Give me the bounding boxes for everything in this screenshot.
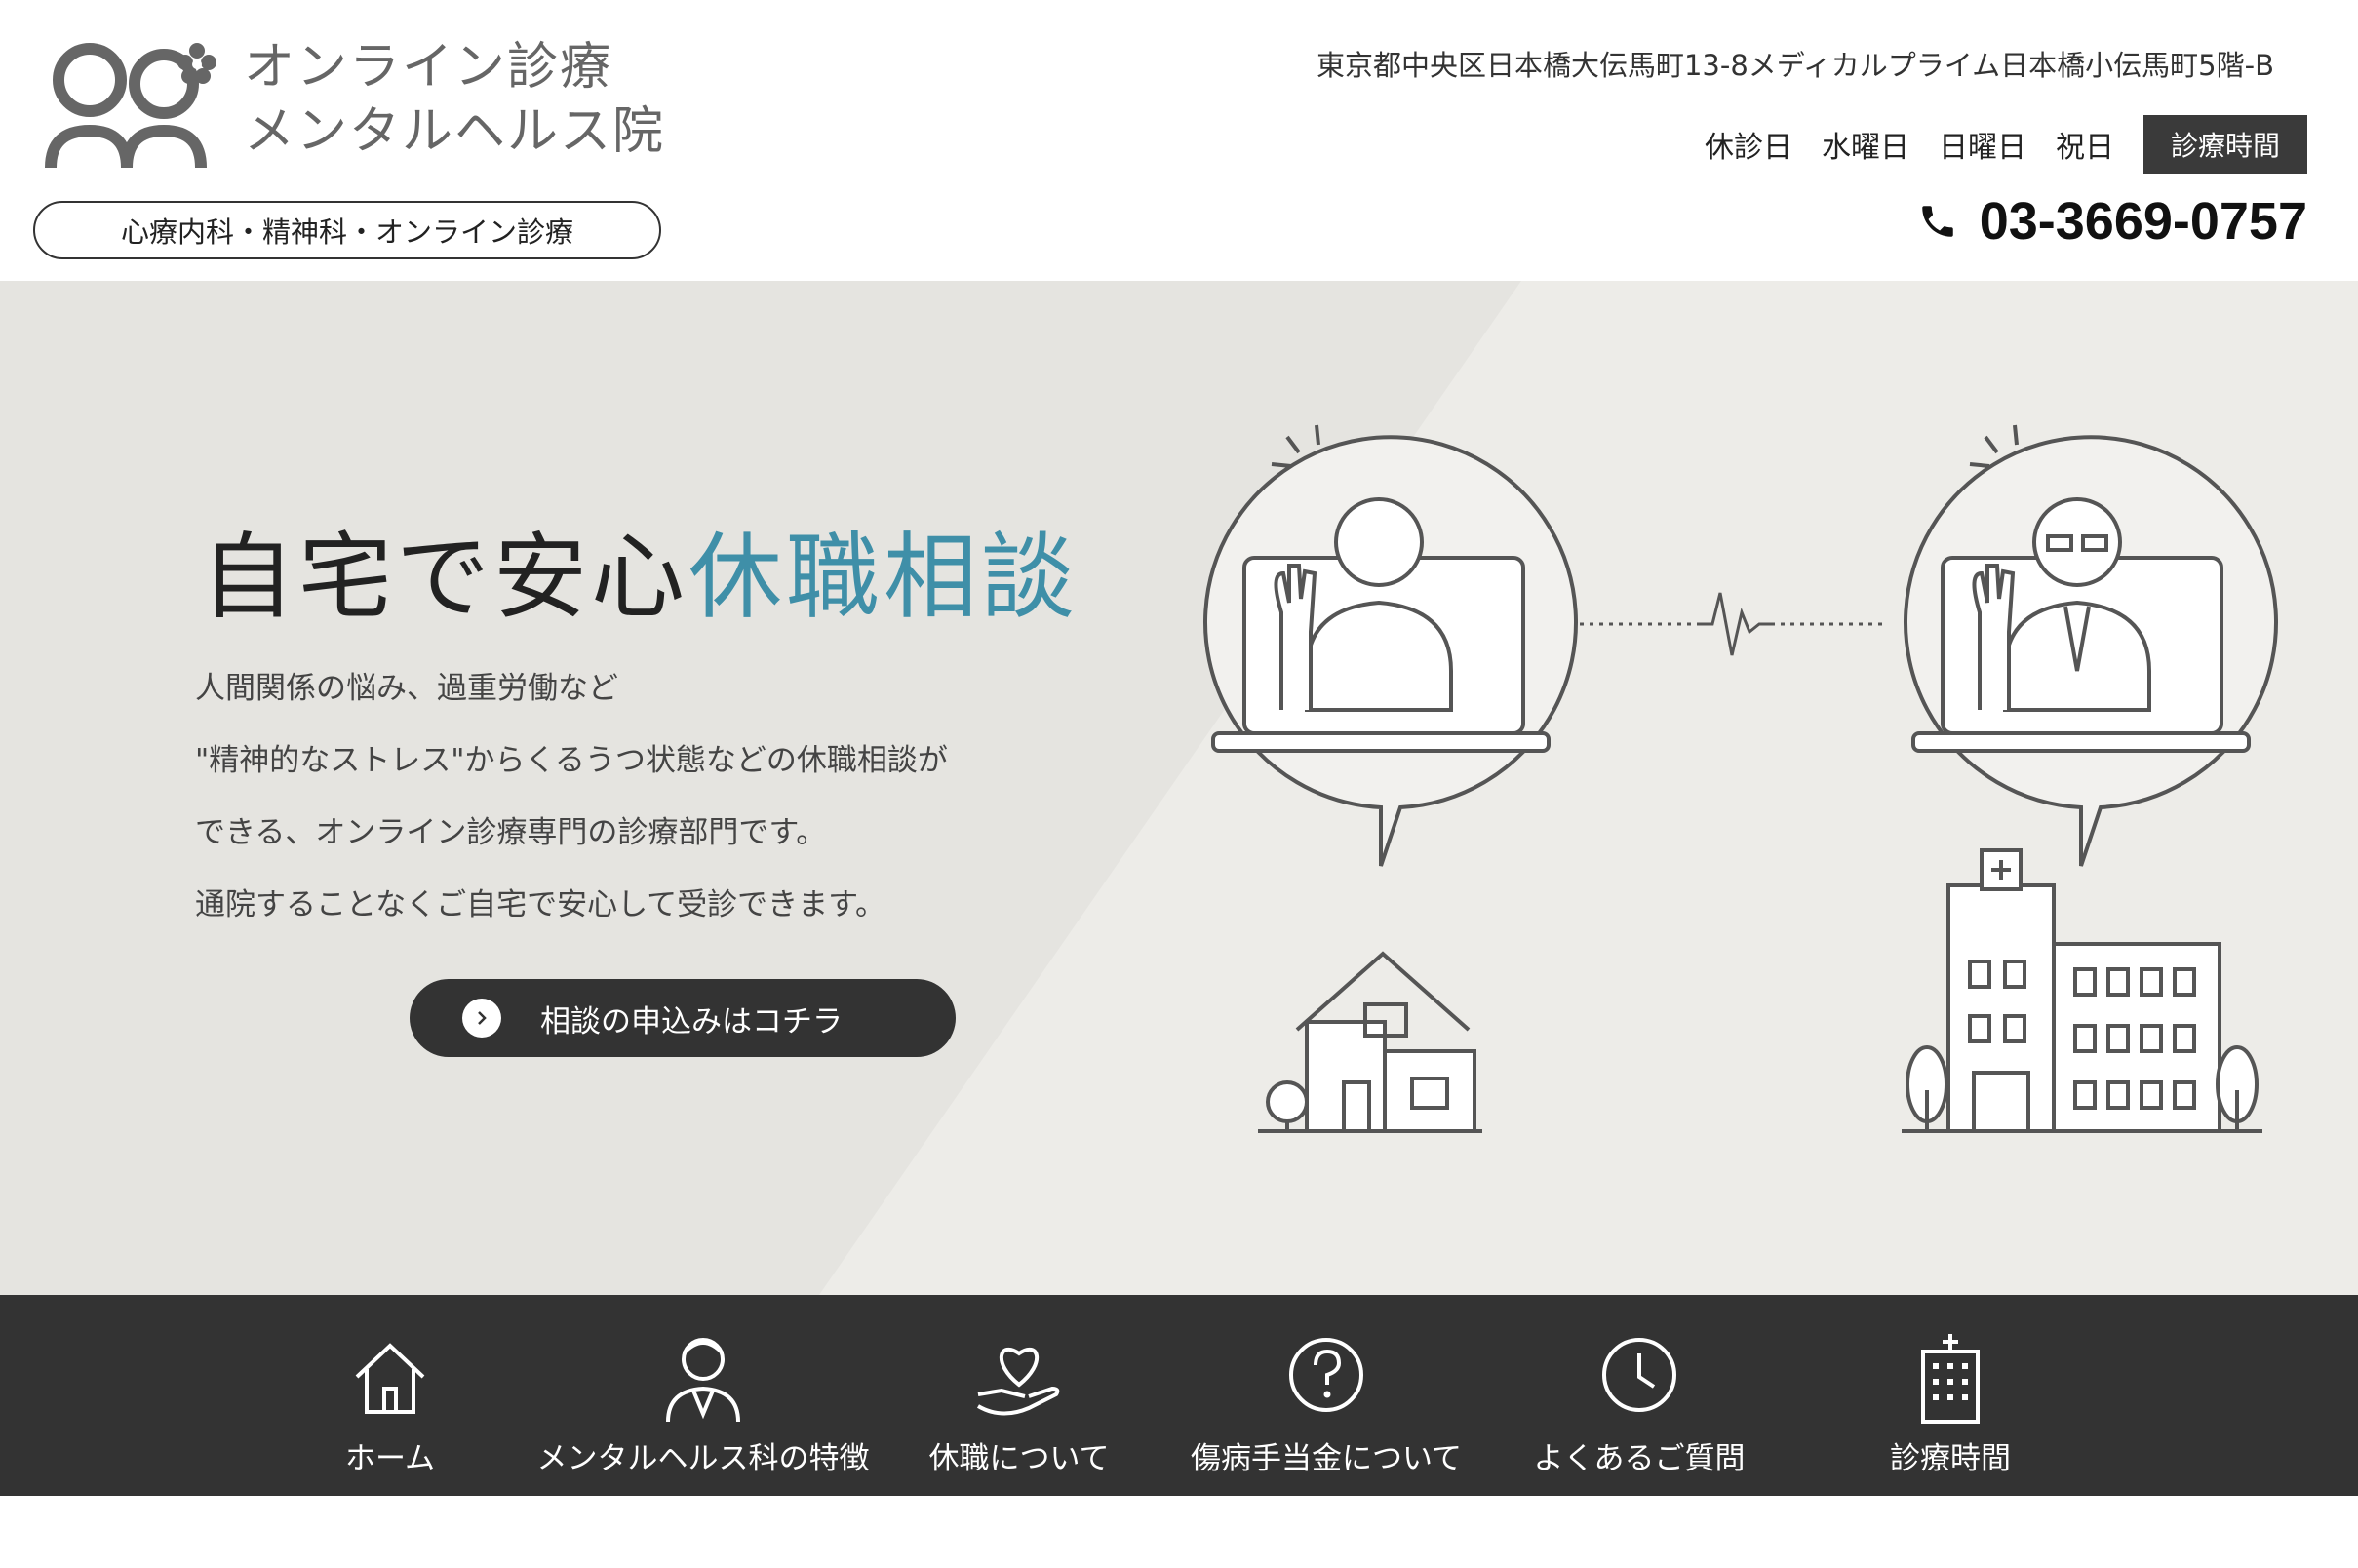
nav-item-home[interactable]: ホーム [332, 1295, 449, 1496]
clinic-name-line2: メンタルヘルス院 [244, 102, 666, 161]
nav-label-home: ホーム [344, 1441, 436, 1476]
hero-title-accent: 休職相談 [688, 523, 1079, 632]
hero-text-line-2: "精神的なストレス"からくるうつ状態などの休職相談が [195, 743, 948, 778]
nav-item-allowance[interactable]: 傷病手当金について [1190, 1295, 1463, 1496]
closed-day-wed: 水曜日 [1821, 131, 1909, 165]
nav-item-features[interactable]: メンタルヘルス科の特徴 [537, 1295, 870, 1496]
closed-days-label: 休診日 [1704, 131, 1792, 165]
hero-section: 自宅で安心休職相談 人間関係の悩み、過重労働など "精神的なストレス"からくるう… [0, 281, 2358, 1295]
phone-number: 03-3669-0757 [1979, 192, 2307, 251]
site-header: オンライン診療 メンタルヘルス院 心療内科・精神科・オンライン診療 東京都中央区… [0, 0, 2358, 281]
chevron-right-icon [462, 999, 501, 1038]
doctor-icon [666, 1338, 740, 1423]
hero-title-main: 自宅で安心 [201, 523, 688, 632]
department-badge: 心療内科・精神科・オンライン診療 [33, 201, 661, 259]
hospital-icon [1921, 1334, 1980, 1424]
hero-title: 自宅で安心休職相談 [201, 501, 1079, 637]
nav-item-hours[interactable]: 診療時間 [1853, 1295, 2048, 1496]
hero-text-line-4: 通院することなくご自宅で安心して受診できます。 [195, 887, 886, 922]
hero-illustration [819, 281, 2358, 1295]
hero-text-line-3: できる、オンライン診療専門の診療部門です。 [195, 815, 827, 850]
nav-label-faq: よくあるご質問 [1533, 1441, 1746, 1476]
question-bubble-icon [1289, 1338, 1363, 1412]
bottom-nav: ホーム メンタルヘルス科の特徴 休職について 傷病手当金について よくあるご質問 [0, 1295, 2358, 1496]
heart-hand-icon [976, 1347, 1060, 1416]
nav-item-leave[interactable]: 休職について [917, 1295, 1121, 1496]
closed-day-sun: 日曜日 [1938, 131, 2026, 165]
nav-label-features: メンタルヘルス科の特徴 [536, 1441, 870, 1476]
nav-label-leave: 休職について [928, 1441, 1110, 1476]
consultation-cta-button[interactable]: 相談の申込みはコチラ [410, 979, 956, 1057]
clock-icon [1602, 1338, 1676, 1412]
cta-label: 相談の申込みはコチラ [540, 1003, 843, 1039]
nav-item-faq[interactable]: よくあるご質問 [1531, 1295, 1748, 1496]
clinic-logo-icon[interactable] [43, 37, 228, 174]
closed-days-row: 休診日 水曜日 日曜日 祝日 診療時間 [1705, 115, 2307, 174]
hero-text-line-1: 人間関係の悩み、過重労働など [195, 671, 618, 706]
clinic-name-line1: オンライン診療 [244, 38, 613, 97]
home-icon [355, 1343, 425, 1414]
hours-button[interactable]: 診療時間 [2142, 115, 2307, 174]
phone-icon [1921, 206, 1953, 237]
nav-label-allowance: 傷病手当金について [1190, 1441, 1463, 1476]
phone-link[interactable]: 03-3669-0757 [1917, 191, 2307, 252]
clinic-name[interactable]: オンライン診療 メンタルヘルス院 [244, 35, 665, 164]
closed-day-holiday: 祝日 [2055, 131, 2114, 165]
clinic-address: 東京都中央区日本橋大伝馬町13-8メディカルプライム日本橋小伝馬町5階-B [1316, 49, 2274, 82]
nav-label-hours: 診療時間 [1890, 1441, 2011, 1476]
